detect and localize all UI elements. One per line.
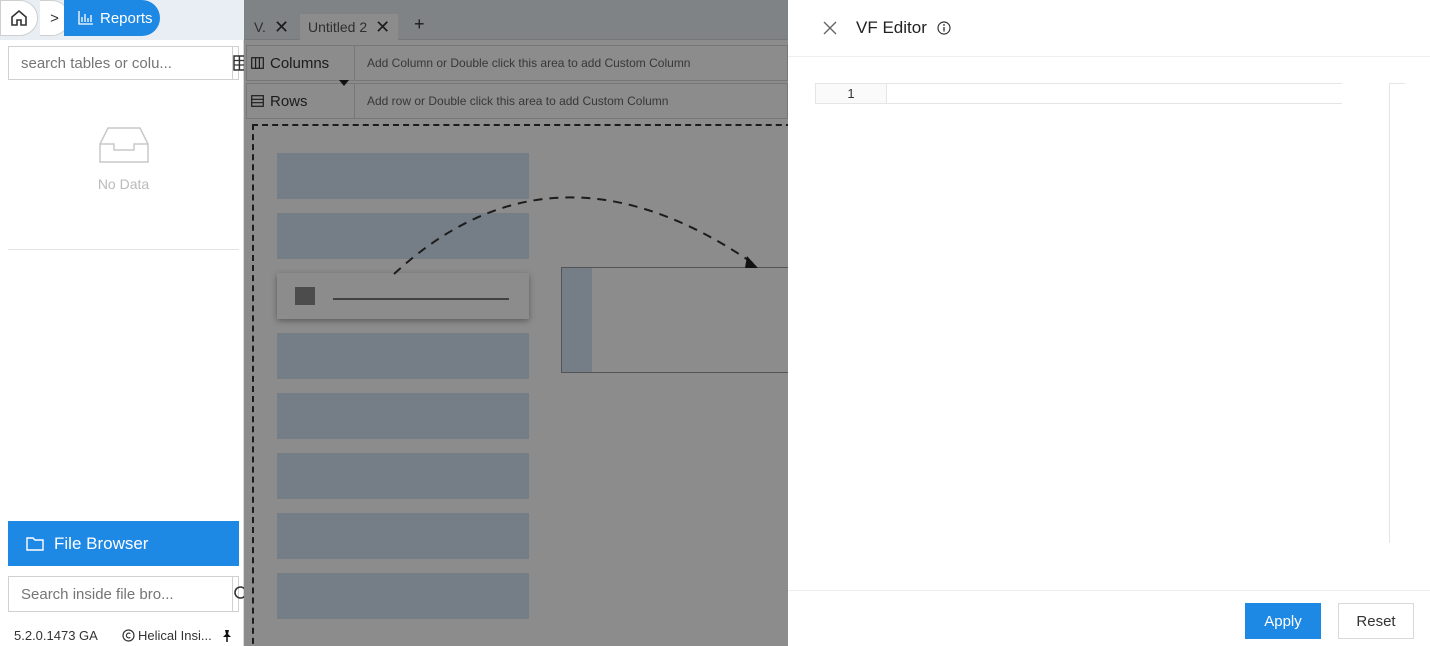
empty-state: No Data <box>8 82 239 250</box>
pin-icon[interactable] <box>220 629 234 643</box>
drawer-title: VF Editor <box>856 18 951 38</box>
home-icon <box>11 9 27 26</box>
reports-label: Reports <box>100 9 153 27</box>
footer: 5.2.0.1473 GA Helical Insi... <box>14 628 240 643</box>
copyright: Helical Insi... <box>122 628 212 643</box>
empty-state-text: No Data <box>97 176 150 192</box>
inbox-icon <box>98 127 149 163</box>
file-search-box <box>8 576 251 612</box>
folder-icon <box>26 537 44 551</box>
code-input-area[interactable] <box>887 84 1342 103</box>
reports-breadcrumb-button[interactable]: Reports <box>64 0 160 36</box>
code-editor[interactable]: 1 <box>815 83 1342 104</box>
copyright-text: Helical Insi... <box>138 628 212 643</box>
version-text: 5.2.0.1473 GA <box>14 628 98 643</box>
table-search-input[interactable] <box>9 47 232 79</box>
breadcrumb: > Reports <box>0 0 244 40</box>
file-browser-label: File Browser <box>54 533 149 553</box>
left-sidebar: > Reports No Data File Browser <box>0 0 251 646</box>
reset-button[interactable]: Reset <box>1338 603 1414 639</box>
copyright-icon <box>122 629 135 642</box>
editor-scrollbar[interactable] <box>1389 83 1405 543</box>
drawer-footer: Apply Reset <box>788 590 1430 646</box>
drawer-header: VF Editor <box>788 0 1430 57</box>
vf-editor-drawer: VF Editor 1 Apply Reset <box>788 0 1430 646</box>
home-button[interactable] <box>0 0 38 36</box>
drawer-title-text: VF Editor <box>856 18 927 37</box>
line-number: 1 <box>815 84 887 103</box>
close-icon[interactable] <box>822 20 838 36</box>
bar-chart-icon <box>78 11 93 25</box>
report-workspace: V. ✕ Untitled 2 ✕ + Columns Add Column o… <box>244 0 1032 646</box>
apply-button[interactable]: Apply <box>1245 603 1321 639</box>
file-browser-button[interactable]: File Browser <box>8 521 239 566</box>
file-search-input[interactable] <box>9 577 232 611</box>
info-icon[interactable] <box>937 21 951 35</box>
table-search-box <box>8 46 251 80</box>
